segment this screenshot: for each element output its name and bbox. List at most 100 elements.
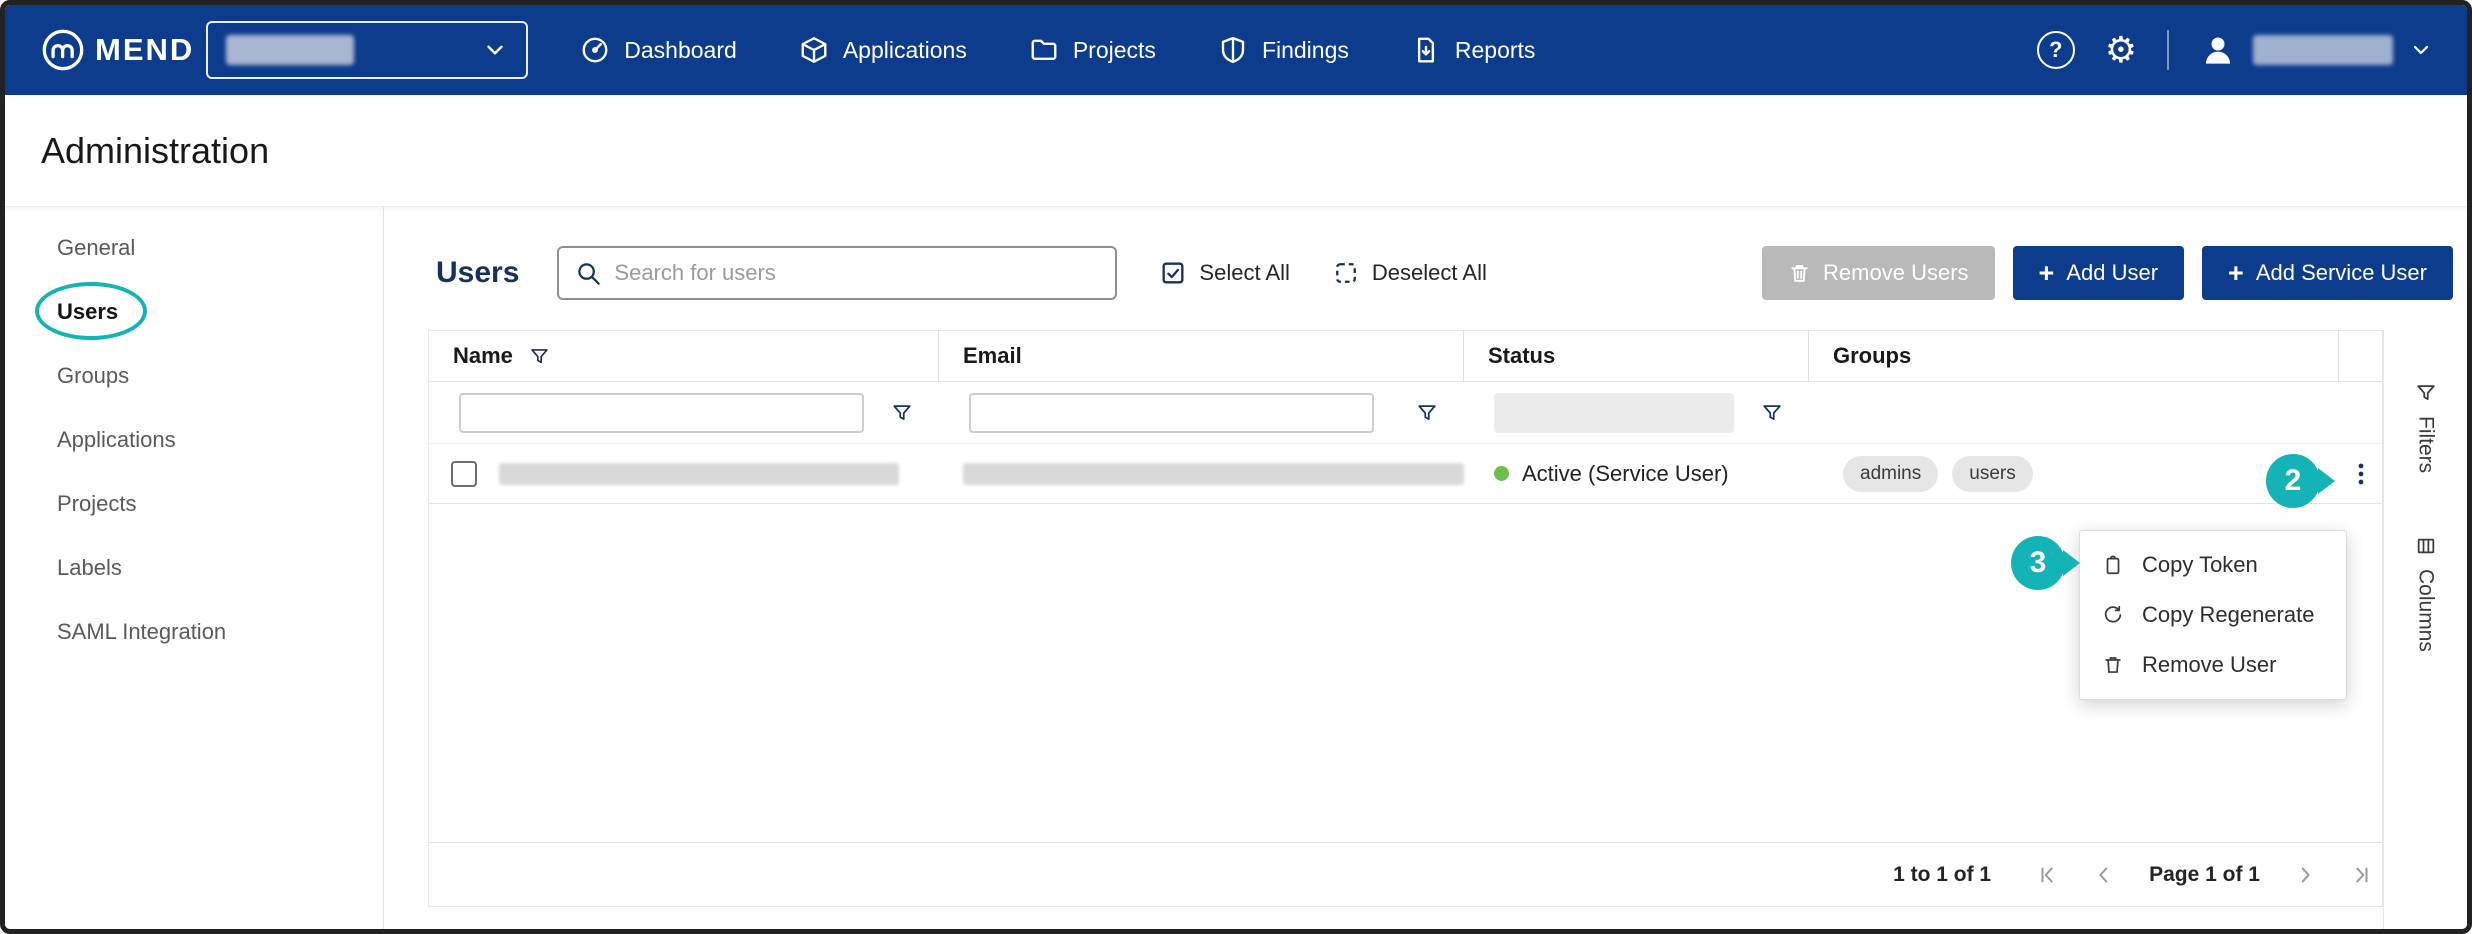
copy-token-menu-item[interactable]: Copy Token — [2080, 540, 2346, 590]
sidebar-item-saml-integration[interactable]: SAML Integration — [5, 600, 383, 664]
main-nav: Dashboard Applications Projects — [580, 35, 1535, 65]
deselect-all-icon — [1332, 259, 1360, 287]
columns-panel-toggle[interactable]: Columns — [2414, 535, 2438, 652]
annotation-number: 3 — [2030, 546, 2047, 580]
groups-filter-cell — [1809, 382, 2339, 443]
select-all-button[interactable]: Select All — [1159, 259, 1290, 287]
previous-page-icon[interactable] — [2093, 864, 2115, 886]
nav-item-projects[interactable]: Projects — [1029, 35, 1156, 65]
help-icon[interactable]: ? — [2037, 31, 2075, 69]
name-filter-input[interactable] — [459, 393, 864, 433]
top-nav: MEND Dashboard — [5, 5, 2467, 95]
next-page-icon[interactable] — [2294, 864, 2316, 886]
sidebar-item-groups[interactable]: Groups — [5, 344, 383, 408]
nav-item-findings[interactable]: Findings — [1218, 35, 1349, 65]
folder-icon — [1029, 35, 1059, 65]
deselect-all-label: Deselect All — [1372, 260, 1487, 286]
annotation-step-3: 3 — [2011, 536, 2065, 590]
last-page-icon[interactable] — [2350, 864, 2372, 886]
select-all-checkbox-icon — [1159, 259, 1187, 287]
mend-admin-screen: MEND Dashboard — [0, 0, 2472, 934]
sidebar-item-projects[interactable]: Projects — [5, 472, 383, 536]
remove-user-menu-item[interactable]: Remove User — [2080, 640, 2346, 690]
users-toolbar: Users Select All — [428, 245, 2453, 301]
trash-icon — [1788, 262, 1811, 285]
first-page-icon[interactable] — [2037, 864, 2059, 886]
status-cell: Active (Service User) — [1464, 444, 1809, 503]
applications-cube-icon — [799, 35, 829, 65]
user-account-menu[interactable] — [2199, 31, 2433, 69]
organization-selector[interactable] — [206, 21, 528, 79]
actions-cell — [2339, 444, 2382, 503]
gear-icon[interactable]: ⚙ — [2105, 32, 2137, 68]
sidebar-item-labels[interactable]: Labels — [5, 536, 383, 600]
sidebar-item-applications[interactable]: Applications — [5, 408, 383, 472]
mend-logo-icon — [41, 28, 85, 72]
nav-item-dashboard[interactable]: Dashboard — [580, 35, 737, 65]
admin-sidebar: General Users Groups Applications Projec… — [5, 207, 384, 929]
search-icon — [575, 260, 602, 287]
columns-grid-icon — [2415, 535, 2437, 557]
kebab-menu-icon[interactable] — [2344, 457, 2378, 491]
deselect-all-button[interactable]: Deselect All — [1332, 259, 1487, 287]
avatar-icon — [2199, 31, 2237, 69]
users-search — [557, 246, 1117, 300]
filters-label: Filters — [2414, 416, 2438, 473]
menu-item-label: Copy Regenerate — [2142, 602, 2314, 628]
filter-funnel-icon[interactable] — [1416, 402, 1438, 424]
users-heading: Users — [436, 256, 519, 290]
column-header-status[interactable]: Status — [1464, 331, 1809, 381]
user-email-redacted — [963, 463, 1464, 485]
nav-item-label: Dashboard — [624, 37, 737, 64]
right-rail: Filters Columns — [2383, 330, 2467, 929]
filter-funnel-icon[interactable] — [891, 402, 913, 424]
search-input[interactable] — [614, 260, 1099, 286]
nav-item-reports[interactable]: Reports — [1411, 35, 1536, 65]
columns-label: Columns — [2414, 569, 2438, 652]
mend-brand[interactable]: MEND — [41, 28, 194, 72]
nav-item-label: Reports — [1455, 37, 1536, 64]
sidebar-item-users[interactable]: Users — [5, 280, 383, 344]
nav-item-applications[interactable]: Applications — [799, 35, 967, 65]
row-checkbox[interactable] — [451, 461, 477, 487]
organization-name-redacted — [226, 35, 354, 65]
user-name-redacted — [499, 463, 899, 485]
group-badge: admins — [1843, 456, 1938, 492]
menu-item-label: Copy Token — [2142, 552, 2258, 578]
column-header-groups[interactable]: Groups — [1809, 331, 2339, 381]
nav-item-label: Findings — [1262, 37, 1349, 64]
sidebar-item-general[interactable]: General — [5, 216, 383, 280]
email-filter-input[interactable] — [969, 393, 1374, 433]
status-filter-input — [1494, 393, 1734, 433]
remove-users-label: Remove Users — [1823, 260, 1968, 286]
add-user-button[interactable]: + Add User — [2013, 246, 2185, 300]
filters-panel-toggle[interactable]: Filters — [2414, 382, 2438, 473]
chevron-down-icon — [482, 37, 508, 63]
annotation-step-2: 2 — [2266, 454, 2320, 508]
table-row: Active (Service User) admins users — [429, 444, 2382, 504]
groups-cell: admins users — [1809, 444, 2339, 503]
toolbar-actions: Remove Users + Add User + Add Service Us… — [1762, 246, 2453, 300]
column-label: Groups — [1833, 343, 1911, 369]
brand-name: MEND — [95, 32, 194, 68]
row-actions-context-menu: Copy Token Copy Regenerate Remove User — [2079, 530, 2347, 700]
shield-icon — [1218, 35, 1248, 65]
column-header-actions — [2339, 331, 2382, 381]
column-header-name[interactable]: Name — [429, 331, 939, 381]
name-cell — [429, 444, 939, 503]
active-status-dot — [1494, 466, 1509, 481]
add-service-user-button[interactable]: + Add Service User — [2202, 246, 2453, 300]
copy-regenerate-menu-item[interactable]: Copy Regenerate — [2080, 590, 2346, 640]
column-label: Email — [963, 343, 1022, 369]
annotation-number: 2 — [2285, 464, 2302, 498]
filter-funnel-icon[interactable] — [529, 346, 550, 367]
pager-controls: Page 1 of 1 — [2037, 863, 2372, 887]
email-filter-cell — [939, 382, 1464, 443]
filter-funnel-icon[interactable] — [1761, 402, 1783, 424]
page-indicator: Page 1 of 1 — [2149, 863, 2260, 887]
clipboard-icon — [2102, 554, 2124, 576]
plus-icon: + — [2039, 260, 2055, 287]
column-header-email[interactable]: Email — [939, 331, 1464, 381]
remove-users-button: Remove Users — [1762, 246, 1994, 300]
help-glyph: ? — [2049, 37, 2062, 63]
